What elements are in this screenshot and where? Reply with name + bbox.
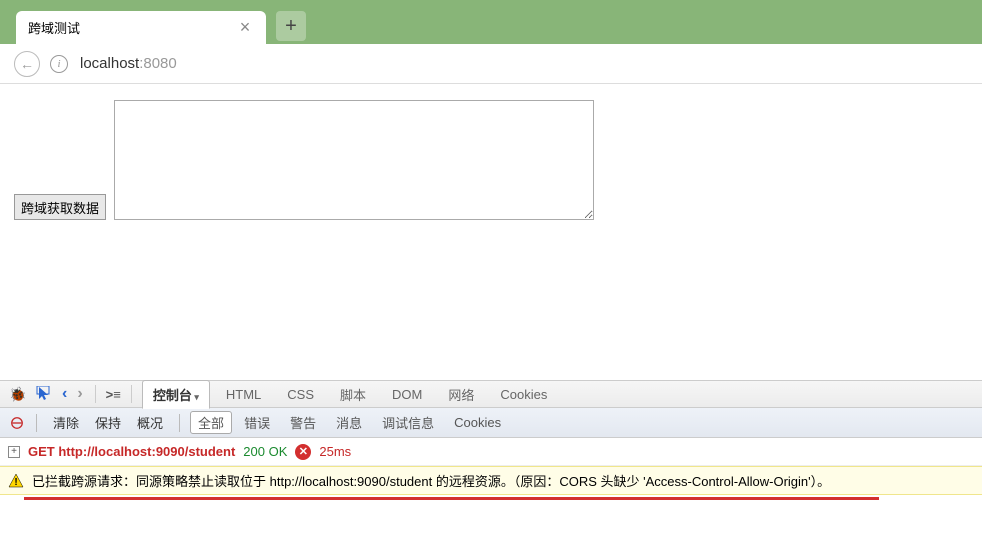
info-icon[interactable]: i — [50, 55, 68, 73]
firebug-icon[interactable] — [8, 384, 28, 404]
url-bar: ← i localhost:8080 — [0, 44, 982, 84]
warning-message: 已拦截跨源请求：同源策略禁止读取位于 http://localhost:9090… — [32, 471, 830, 490]
separator — [36, 414, 37, 432]
console-output: + GET http://localhost:9090/student 200 … — [0, 438, 982, 548]
tab-strip: 跨域测试 × + — [0, 0, 982, 44]
inspect-icon[interactable] — [34, 384, 54, 404]
url-host: localhost — [80, 55, 139, 72]
tab-cookies[interactable]: Cookies — [490, 383, 557, 406]
tab-html[interactable]: HTML — [216, 383, 271, 406]
svg-text:!: ! — [14, 477, 17, 488]
warning-log-row: ! 已拦截跨源请求：同源策略禁止读取位于 http://localhost:90… — [0, 466, 982, 495]
filter-all[interactable]: 全部 — [190, 411, 232, 434]
tab-dom[interactable]: DOM — [382, 383, 432, 406]
prompt-icon[interactable]: >≡ — [106, 387, 121, 402]
overview-button[interactable]: 概况 — [131, 413, 169, 432]
tab-network[interactable]: 网络 — [438, 381, 484, 408]
filter-warnings[interactable]: 警告 — [282, 411, 324, 434]
browser-tab[interactable]: 跨域测试 × — [16, 11, 266, 44]
tab-script[interactable]: 脚本 — [330, 381, 376, 408]
status-text: 200 OK — [243, 444, 287, 459]
devtools-panel: ‹ › >≡ 控制台 HTML CSS 脚本 DOM 网络 Cookies 清除… — [0, 380, 982, 548]
devtools-toolbar: ‹ › >≡ 控制台 HTML CSS 脚本 DOM 网络 Cookies — [0, 380, 982, 408]
tab-title: 跨域测试 — [28, 18, 236, 37]
timing-text: 25ms — [319, 444, 351, 459]
no-entry-icon[interactable] — [8, 414, 26, 432]
response-textarea[interactable] — [114, 100, 594, 220]
url-input[interactable]: localhost:8080 — [78, 55, 968, 72]
request-log-row[interactable]: + GET http://localhost:9090/student 200 … — [0, 438, 982, 466]
back-button[interactable]: ← — [14, 51, 40, 77]
tab-css[interactable]: CSS — [277, 383, 324, 406]
persist-button[interactable]: 保持 — [89, 413, 127, 432]
expand-icon[interactable]: + — [8, 446, 20, 458]
new-tab-button[interactable]: + — [276, 11, 306, 41]
tab-console[interactable]: 控制台 — [142, 380, 210, 409]
close-icon[interactable]: × — [236, 19, 254, 37]
separator — [179, 414, 180, 432]
request-url: GET http://localhost:9090/student — [28, 444, 235, 459]
filter-errors[interactable]: 错误 — [236, 411, 278, 434]
separator — [131, 385, 132, 403]
nav-back-icon[interactable]: ‹ — [60, 385, 69, 403]
page-body: 跨域获取数据 — [0, 84, 982, 236]
error-icon: ✕ — [295, 444, 311, 460]
nav-forward-icon[interactable]: › — [75, 385, 84, 403]
url-port: :8080 — [139, 55, 177, 72]
console-toolbar: 清除 保持 概况 全部 错误 警告 消息 调试信息 Cookies — [0, 408, 982, 438]
separator — [95, 385, 96, 403]
filter-debug[interactable]: 调试信息 — [374, 411, 442, 434]
console-spacer — [0, 500, 982, 548]
cross-origin-fetch-button[interactable]: 跨域获取数据 — [14, 194, 106, 220]
clear-button[interactable]: 清除 — [47, 413, 85, 432]
warning-icon: ! — [8, 473, 24, 489]
filter-cookies[interactable]: Cookies — [446, 413, 509, 432]
filter-info[interactable]: 消息 — [328, 411, 370, 434]
